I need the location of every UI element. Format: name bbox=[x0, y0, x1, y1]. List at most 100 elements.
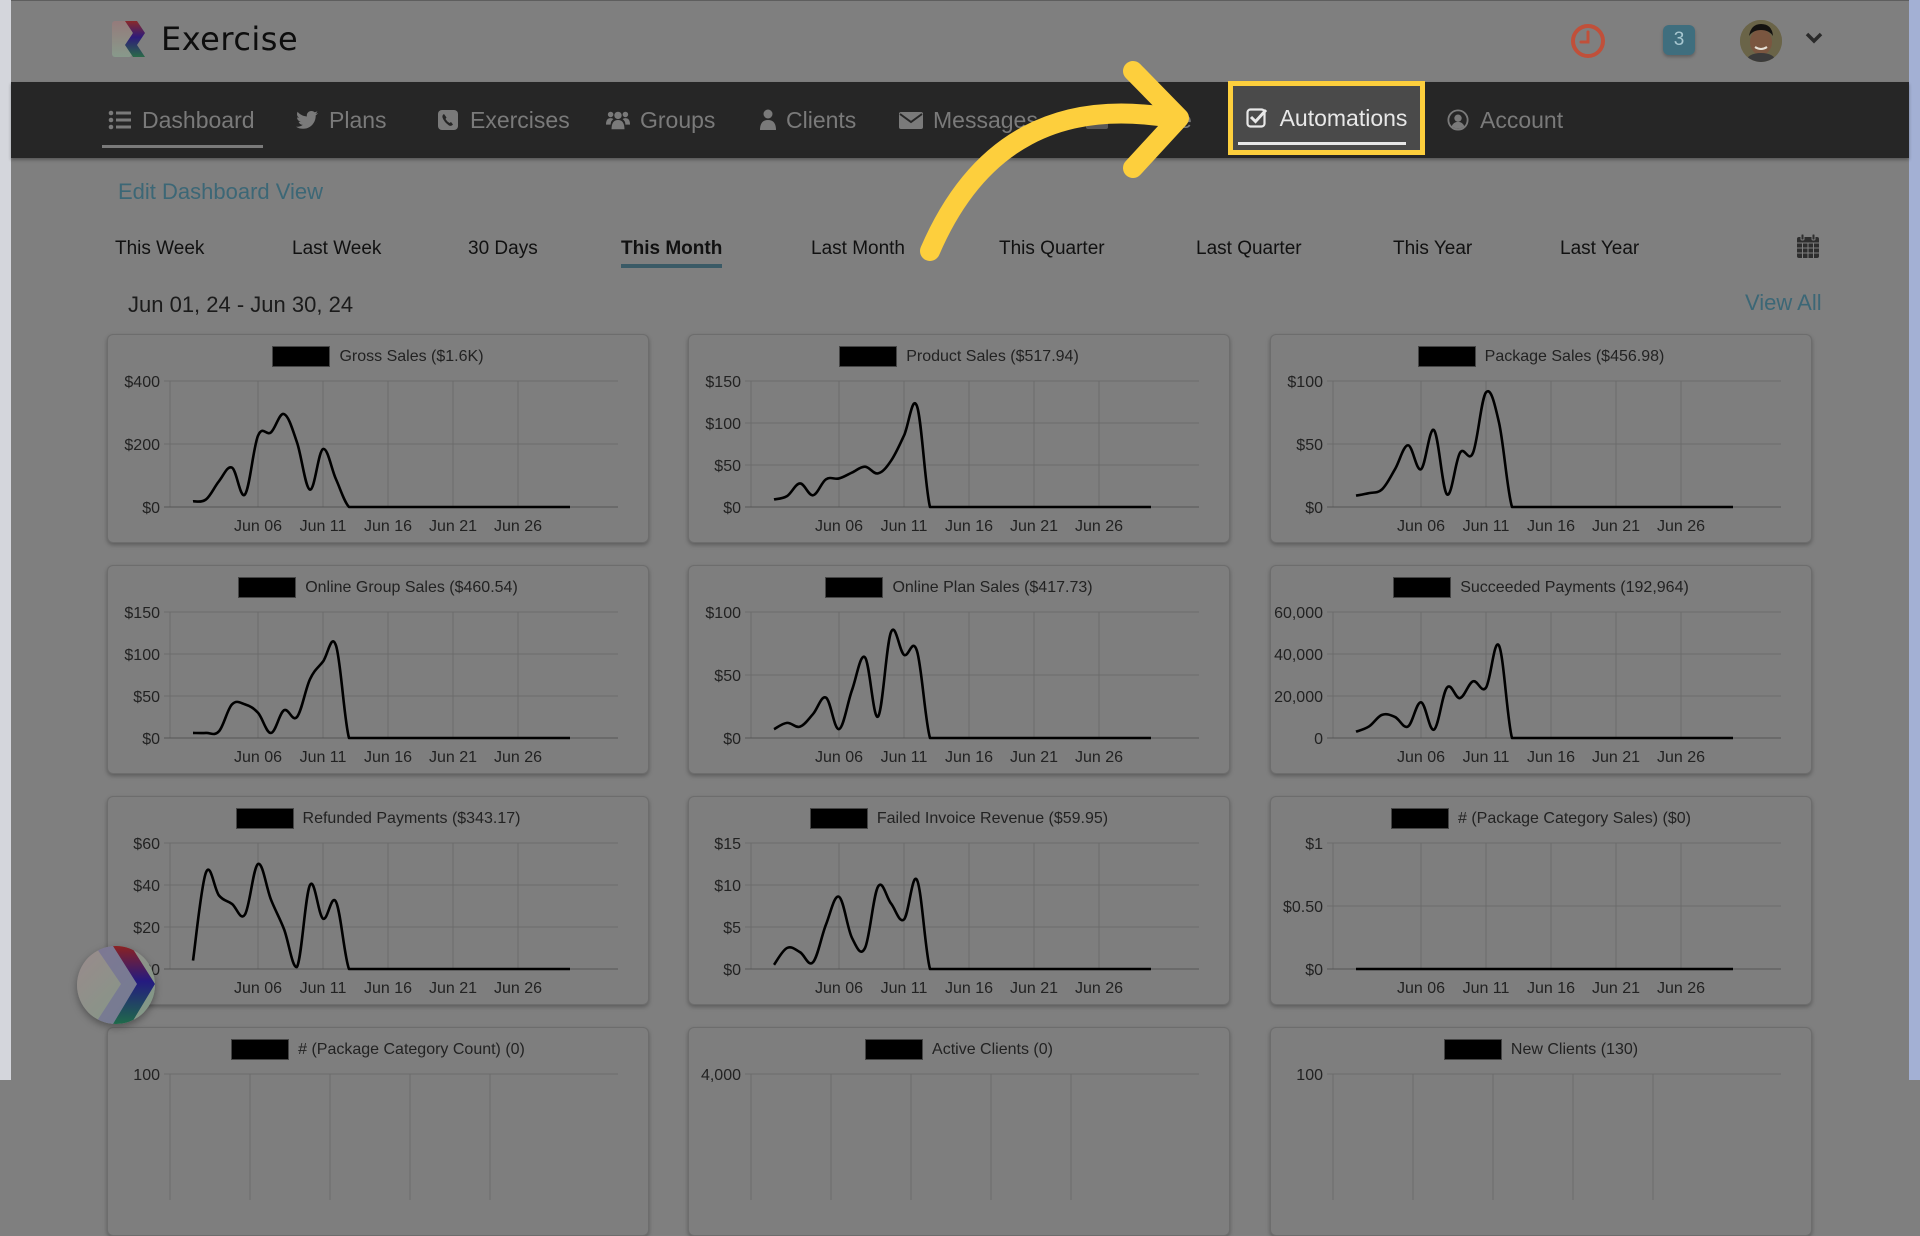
nav-account[interactable]: Account bbox=[1446, 82, 1563, 158]
notification-badge[interactable]: 3 bbox=[1663, 25, 1695, 55]
range-last-month[interactable]: Last Month bbox=[811, 238, 905, 260]
view-all-link[interactable]: View All bbox=[1745, 290, 1822, 316]
y-tick-label: $100 bbox=[1287, 374, 1323, 391]
x-tick-label: Jun 21 bbox=[429, 980, 477, 997]
x-tick-label: Jun 16 bbox=[1527, 749, 1575, 766]
y-tick-label: $50 bbox=[133, 689, 160, 706]
clock-icon[interactable] bbox=[1570, 23, 1606, 59]
main-nav: Dashboard Plans Exercises Groups Clients… bbox=[11, 82, 1909, 158]
range-last-quarter[interactable]: Last Quarter bbox=[1196, 238, 1302, 260]
chart-card: Product Sales ($517.94)$0$50$100$150Jun … bbox=[688, 334, 1230, 543]
calendar-icon[interactable] bbox=[1796, 233, 1820, 259]
line-chart: $0$20$40$60Jun 06Jun 11Jun 16Jun 21Jun 2… bbox=[108, 797, 648, 1004]
assistant-launcher[interactable] bbox=[77, 946, 155, 1024]
nav-label: Clients bbox=[786, 107, 856, 134]
range-last-year[interactable]: Last Year bbox=[1560, 238, 1639, 260]
app-window: Exercise 3 Dashboard Plans bbox=[11, 0, 1909, 1080]
series-line bbox=[1356, 644, 1733, 738]
y-tick-label: $0 bbox=[142, 500, 160, 517]
x-tick-label: Jun 11 bbox=[881, 980, 928, 997]
nav-label: e bbox=[1179, 107, 1192, 134]
y-tick-label: $0 bbox=[1305, 962, 1323, 979]
nav-automations[interactable]: Automations bbox=[1233, 86, 1420, 150]
line-chart: $0$50$100Jun 06Jun 11Jun 16Jun 21Jun 26 bbox=[1271, 335, 1811, 542]
nav-label: Messages bbox=[933, 107, 1038, 134]
x-tick-label: Jun 11 bbox=[300, 749, 347, 766]
series-line bbox=[774, 630, 1151, 738]
nav-obscured-item[interactable]: e bbox=[1085, 82, 1192, 158]
nav-clients[interactable]: Clients bbox=[760, 82, 856, 158]
series-line bbox=[193, 414, 570, 507]
y-tick-label: $15 bbox=[714, 836, 741, 853]
range-this-quarter[interactable]: This Quarter bbox=[999, 238, 1105, 260]
y-tick-label: $200 bbox=[124, 437, 160, 454]
twitter-bird-icon bbox=[295, 109, 319, 131]
range-30-days[interactable]: 30 Days bbox=[468, 238, 538, 260]
y-tick-label: $150 bbox=[705, 374, 741, 391]
y-tick-label: $50 bbox=[714, 458, 741, 475]
y-tick-label: 40,000 bbox=[1274, 647, 1323, 664]
x-tick-label: Jun 26 bbox=[1075, 749, 1123, 766]
y-tick-label: $60 bbox=[133, 836, 160, 853]
x-tick-label: Jun 06 bbox=[234, 749, 282, 766]
range-last-week[interactable]: Last Week bbox=[292, 238, 381, 260]
series-line bbox=[774, 403, 1151, 507]
chevron-down-icon[interactable] bbox=[1805, 31, 1823, 45]
range-this-year[interactable]: This Year bbox=[1393, 238, 1472, 260]
range-this-month[interactable]: This Month bbox=[621, 238, 722, 260]
x-tick-label: Jun 21 bbox=[1010, 980, 1058, 997]
y-tick-label: $50 bbox=[714, 668, 741, 685]
list-icon bbox=[108, 109, 132, 131]
nav-dashboard[interactable]: Dashboard bbox=[108, 82, 255, 158]
check-square-icon bbox=[1246, 107, 1268, 129]
user-avatar[interactable] bbox=[1740, 20, 1782, 62]
nav-label: Account bbox=[1480, 107, 1563, 134]
y-tick-label: $40 bbox=[133, 878, 160, 895]
x-tick-label: Jun 26 bbox=[494, 518, 542, 535]
nav-exercises[interactable]: Exercises bbox=[436, 82, 570, 158]
line-chart: $0$50$100Jun 06Jun 11Jun 16Jun 21Jun 26 bbox=[689, 566, 1229, 773]
x-tick-label: Jun 06 bbox=[815, 980, 863, 997]
chart-card: Online Plan Sales ($417.73)$0$50$100Jun … bbox=[688, 565, 1230, 774]
nav-plans[interactable]: Plans bbox=[295, 82, 387, 158]
users-icon bbox=[606, 109, 630, 131]
x-tick-label: Jun 16 bbox=[945, 980, 993, 997]
x-tick-label: Jun 16 bbox=[945, 749, 993, 766]
x-tick-label: Jun 16 bbox=[945, 518, 993, 535]
phone-square-icon bbox=[436, 109, 460, 131]
chart-card: Online Group Sales ($460.54)$0$50$100$15… bbox=[107, 565, 649, 774]
edit-dashboard-link[interactable]: Edit Dashboard View bbox=[118, 179, 323, 205]
chart-card: Succeeded Payments (192,964)020,00040,00… bbox=[1270, 565, 1812, 774]
nav-messages[interactable]: Messages bbox=[899, 82, 1038, 158]
y-tick-label: $0 bbox=[723, 731, 741, 748]
y-tick-label: $0 bbox=[1305, 500, 1323, 517]
x-tick-label: Jun 21 bbox=[1010, 749, 1058, 766]
x-tick-label: Jun 16 bbox=[364, 518, 412, 535]
x-tick-label: Jun 21 bbox=[1592, 749, 1640, 766]
y-tick-label: $100 bbox=[705, 605, 741, 622]
x-tick-label: Jun 21 bbox=[429, 518, 477, 535]
x-tick-label: Jun 26 bbox=[1075, 980, 1123, 997]
brand[interactable]: Exercise bbox=[111, 19, 298, 59]
x-tick-label: Jun 21 bbox=[429, 749, 477, 766]
nav-label: Groups bbox=[640, 107, 715, 134]
chart-card: Package Sales ($456.98)$0$50$100Jun 06Ju… bbox=[1270, 334, 1812, 543]
x-tick-label: Jun 16 bbox=[364, 980, 412, 997]
series-line bbox=[774, 879, 1151, 969]
y-tick-label: $0 bbox=[142, 731, 160, 748]
x-tick-label: Jun 16 bbox=[364, 749, 412, 766]
avatar-photo bbox=[1740, 20, 1782, 62]
chart-card: Gross Sales ($1.6K)$0$200$400Jun 06Jun 1… bbox=[107, 334, 649, 543]
x-tick-label: Jun 11 bbox=[1463, 749, 1510, 766]
range-this-week[interactable]: This Week bbox=[115, 238, 204, 260]
y-tick-label: $1 bbox=[1305, 836, 1323, 853]
line-chart: 100 bbox=[108, 1028, 648, 1235]
y-tick-label: $150 bbox=[124, 605, 160, 622]
nav-groups[interactable]: Groups bbox=[606, 82, 715, 158]
x-tick-label: Jun 11 bbox=[1463, 980, 1510, 997]
x-tick-label: Jun 11 bbox=[881, 518, 928, 535]
y-tick-label: $100 bbox=[705, 416, 741, 433]
x-tick-label: Jun 06 bbox=[1397, 980, 1445, 997]
line-chart: $0$50$100$150Jun 06Jun 11Jun 16Jun 21Jun… bbox=[108, 566, 648, 773]
x-tick-label: Jun 21 bbox=[1592, 980, 1640, 997]
